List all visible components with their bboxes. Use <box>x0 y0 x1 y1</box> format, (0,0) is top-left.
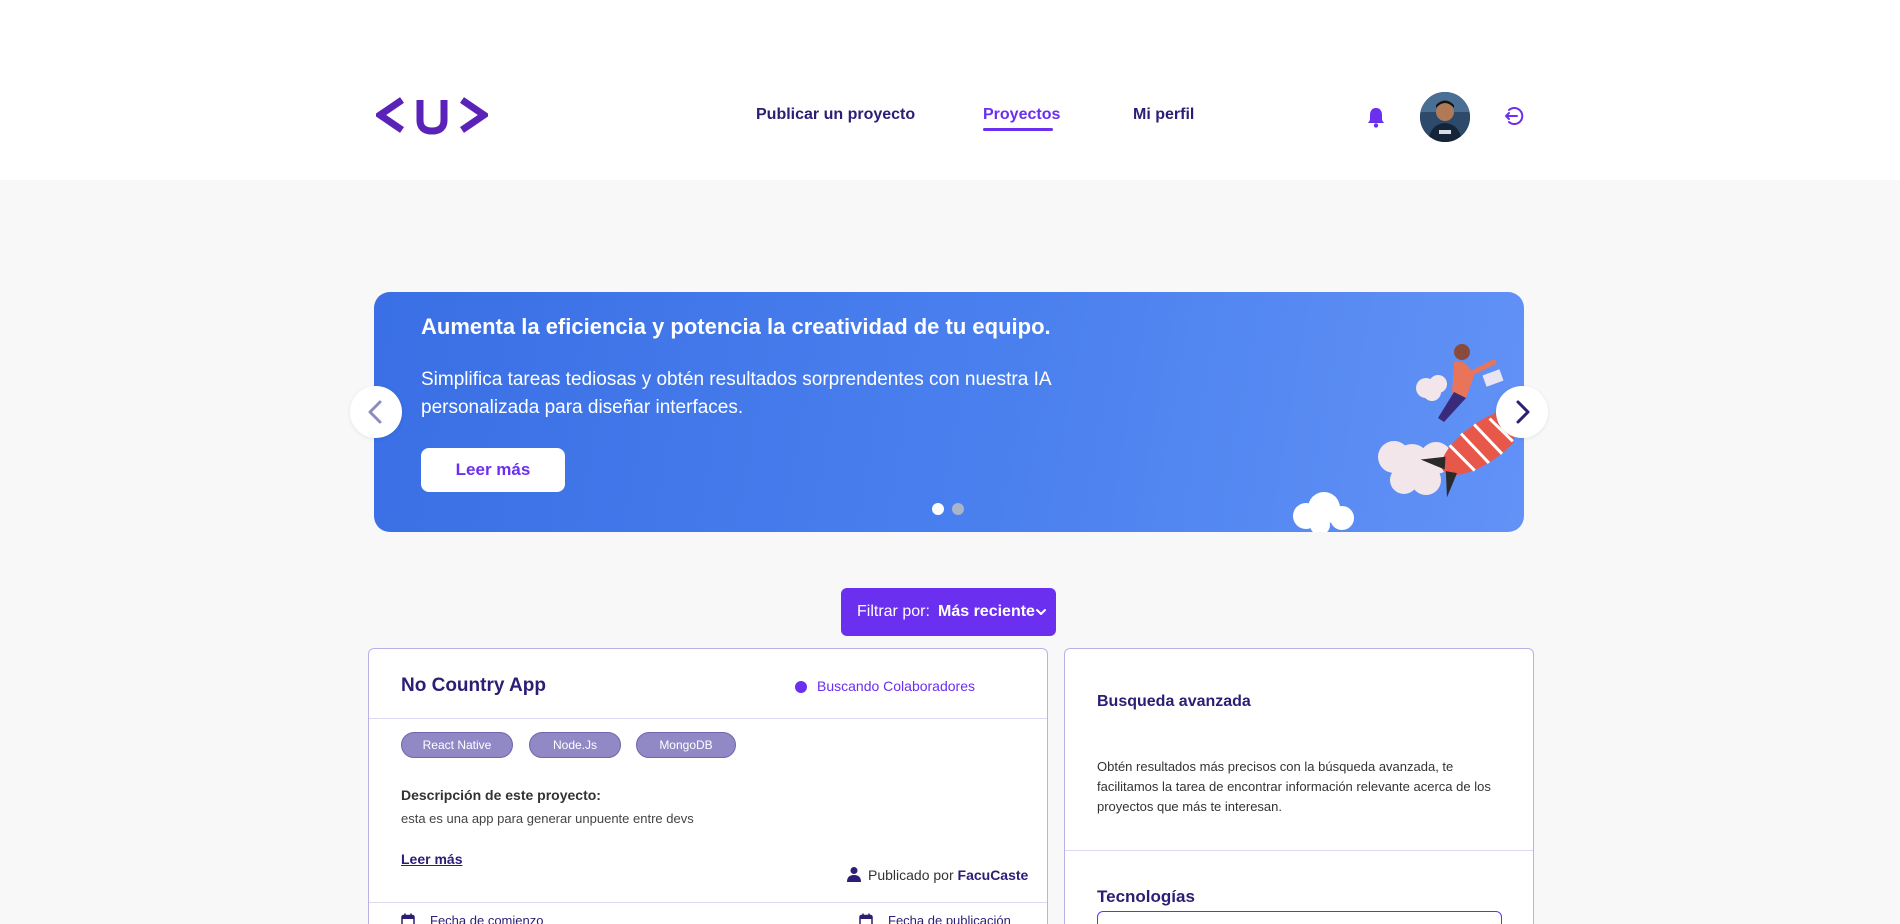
chevron-right-icon <box>1516 400 1530 424</box>
calendar-icon <box>859 913 873 924</box>
divider <box>369 718 1047 719</box>
project-card[interactable]: No Country App Buscando Colaboradores Re… <box>368 648 1048 924</box>
advanced-search-panel: Busqueda avanzada Obtén resultados más p… <box>1064 648 1534 924</box>
divider <box>369 902 1047 903</box>
project-title: No Country App <box>401 675 546 696</box>
avatar[interactable] <box>1420 92 1470 142</box>
project-description: esta es una app para generar unpuente en… <box>401 811 694 826</box>
filter-select[interactable]: Filtrar por: Más reciente <box>841 588 1056 636</box>
carousel-prev-button[interactable] <box>350 386 402 438</box>
technologies-input[interactable] <box>1097 911 1502 924</box>
published-by-label: Publicado por <box>868 867 954 883</box>
nav-publish-project[interactable]: Publicar un proyecto <box>756 106 915 124</box>
carousel-dot-1[interactable] <box>932 503 944 515</box>
project-read-more-link[interactable]: Leer más <box>401 851 462 867</box>
nav-my-profile[interactable]: Mi perfil <box>1133 106 1194 124</box>
banner-read-more-button[interactable]: Leer más <box>421 448 565 492</box>
published-by: Publicado por FacuCaste <box>868 867 1028 883</box>
advanced-search-title: Busqueda avanzada <box>1097 693 1251 710</box>
start-date-label: Fecha de comienzo <box>430 913 544 924</box>
tech-tag: React Native <box>401 732 513 758</box>
calendar-icon <box>401 913 415 924</box>
nav-projects[interactable]: Proyectos <box>983 106 1060 124</box>
status-dot-icon <box>795 681 807 693</box>
banner-text: Simplifica tareas tediosas y obtén resul… <box>421 369 1051 418</box>
bell-icon[interactable] <box>1366 106 1386 128</box>
project-status: Buscando Colaboradores <box>817 678 975 694</box>
logo[interactable] <box>376 94 488 136</box>
project-author[interactable]: FacuCaste <box>958 867 1029 883</box>
filter-label: Filtrar por: <box>857 603 930 620</box>
publish-date-label: Fecha de publicación <box>888 913 1011 924</box>
carousel-next-button[interactable] <box>1496 386 1548 438</box>
tech-tag: MongoDB <box>636 732 736 758</box>
nav-active-indicator <box>983 128 1053 131</box>
top-header: Publicar un proyecto Proyectos Mi perfil <box>0 0 1900 180</box>
technologies-label: Tecnologías <box>1097 887 1195 906</box>
chevron-down-icon <box>1036 609 1046 615</box>
chevron-left-icon <box>368 400 382 424</box>
rocket-illustration <box>1293 344 1514 532</box>
description-label: Descripción de este proyecto: <box>401 787 601 803</box>
banner-title: Aumenta la eficiencia y potencia la crea… <box>421 314 1051 339</box>
filter-value: Más reciente <box>938 603 1035 620</box>
user-icon <box>847 867 861 882</box>
logout-icon[interactable] <box>1502 105 1524 127</box>
carousel-dot-2[interactable] <box>952 503 964 515</box>
tech-tag: Node.Js <box>529 732 621 758</box>
advanced-search-text: Obtén resultados más precisos con la bús… <box>1097 759 1491 814</box>
hero-banner: Aumenta la eficiencia y potencia la crea… <box>374 292 1524 532</box>
divider <box>1065 850 1533 851</box>
